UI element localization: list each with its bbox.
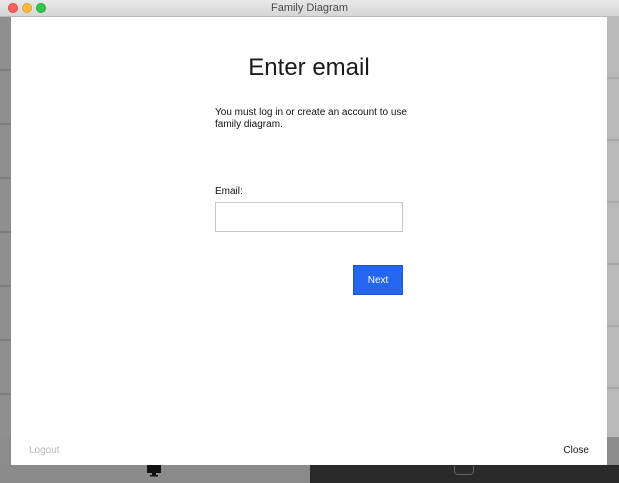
intro-text: You must log in or create an account to …: [215, 107, 407, 130]
close-button[interactable]: Close: [563, 445, 589, 456]
page-title: Enter email: [248, 54, 370, 81]
window-title: Family Diagram: [270, 2, 348, 14]
screen: Family Diagram Enter email You must log …: [0, 0, 619, 483]
logout-button[interactable]: Logout: [29, 445, 60, 456]
window-titlebar[interactable]: Family Diagram: [0, 0, 619, 17]
email-field[interactable]: [215, 202, 403, 232]
monitor-icon: [147, 465, 161, 477]
login-dialog: Enter email You must log in or create an…: [11, 17, 607, 465]
background-window-right: [607, 17, 619, 437]
laptop-icon: [454, 466, 474, 475]
email-label: Email:: [215, 186, 243, 197]
background-window-left: [0, 17, 11, 437]
next-button[interactable]: Next: [353, 265, 403, 295]
